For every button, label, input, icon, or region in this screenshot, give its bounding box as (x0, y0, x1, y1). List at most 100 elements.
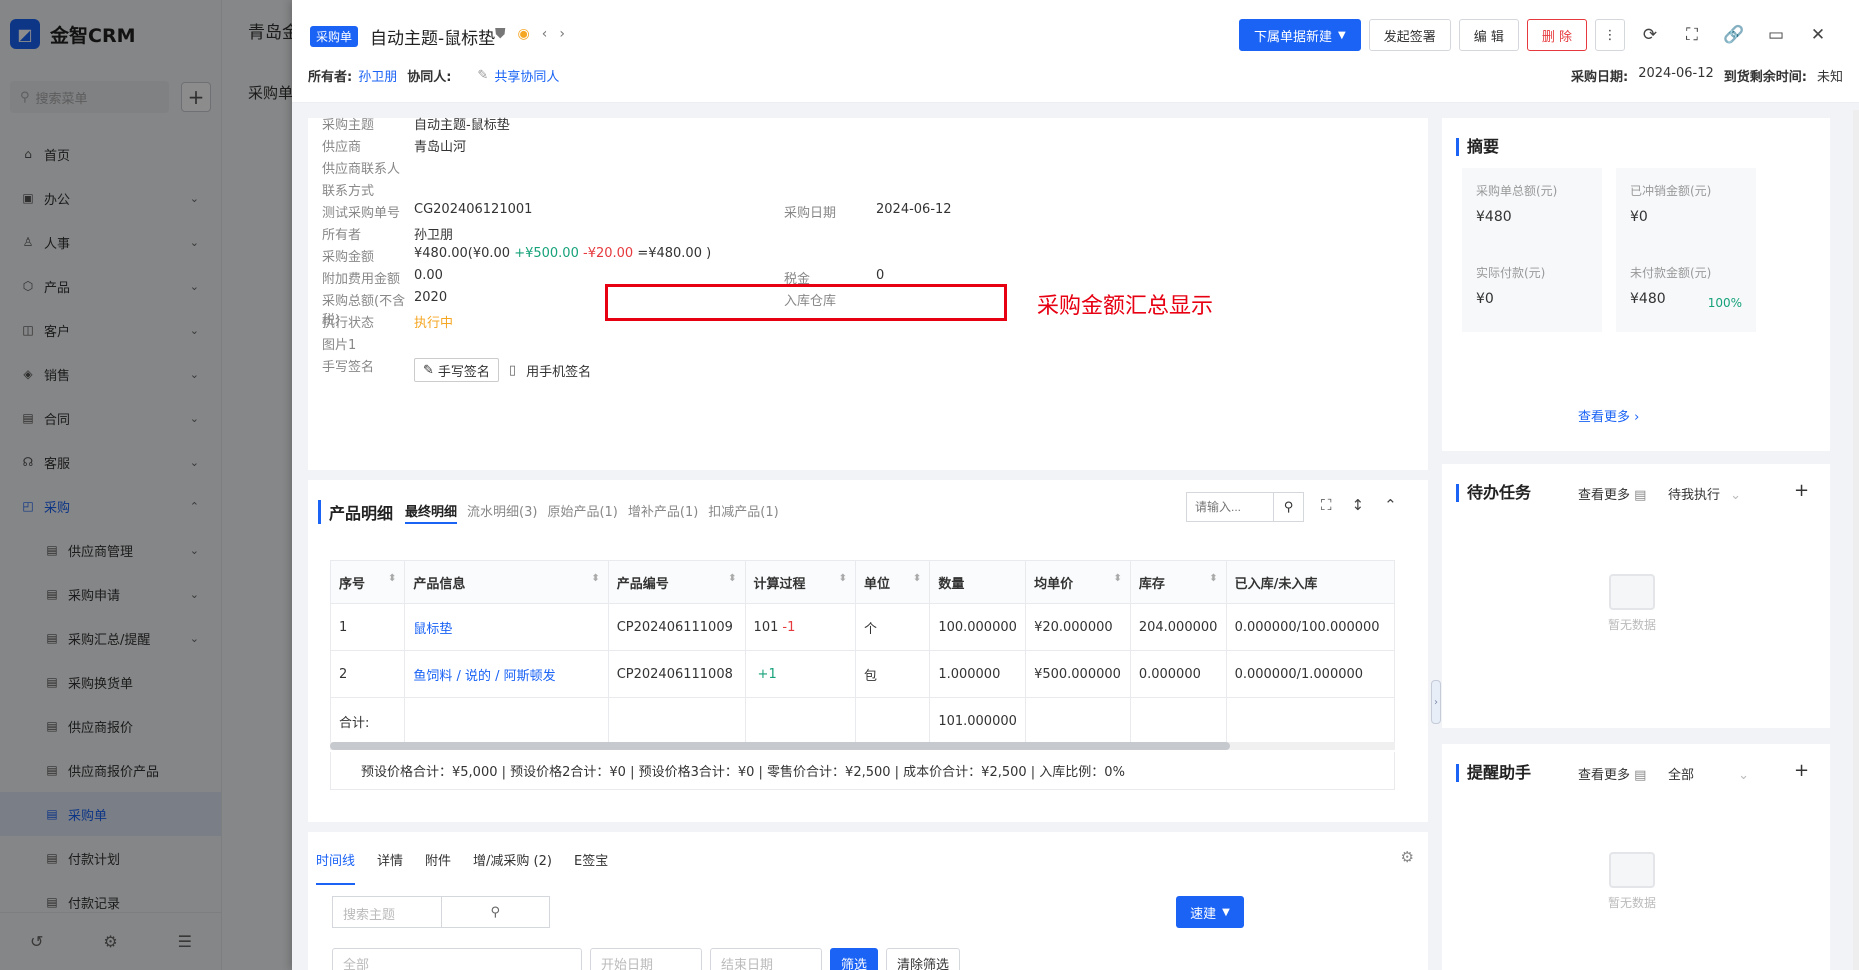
chevron-down-icon: ⌄ (1738, 768, 1750, 783)
sort-icon[interactable]: ⬍ (591, 573, 599, 584)
column-header[interactable]: 库存 ⬍ (1129, 560, 1227, 604)
mobile-sign-link[interactable]: 用手机签名 (526, 361, 591, 380)
column-header[interactable]: 均单价 ⬍ (1025, 560, 1131, 604)
activity-tab[interactable]: 详情 (377, 850, 403, 885)
refresh-icon[interactable]: ⟳ (1633, 25, 1667, 45)
share-collab-link[interactable]: 共享协同人 (494, 66, 559, 85)
sort-icon[interactable]: ⬍ (839, 573, 847, 584)
date-start-field[interactable]: 开始日期 (590, 948, 702, 970)
purchase-date-value: 2024-06-12 (1638, 66, 1714, 81)
activity-tab[interactable]: 时间线 (316, 850, 356, 885)
product-search[interactable]: ⚲ (1186, 492, 1304, 522)
product-tab[interactable]: 扣减产品(1) (708, 501, 778, 524)
column-header-label: 数量 (938, 576, 965, 592)
table-cell[interactable]: 鱼饲料 / 说的 / 阿斯顿发 (404, 650, 609, 698)
sub-doc-new-button[interactable]: 下属单据新建 ▼ (1238, 19, 1361, 51)
column-header[interactable]: 序号 ⬍ (329, 560, 406, 604)
totals-line: 预设价格合计：¥5,000 | 预设价格2合计：¥0 | 预设价格3合计：¥0 … (330, 752, 1395, 790)
reminder-more-link[interactable]: 查看更多 ▤ (1578, 764, 1646, 783)
table-scrollbar[interactable] (330, 742, 1395, 750)
column-header-label: 计算过程 (753, 576, 806, 592)
purchase-date-label: 采购日期: (1571, 70, 1629, 85)
sort-icon[interactable]: ⬍ (1209, 573, 1217, 584)
sort-icon[interactable]: ⬍ (388, 573, 396, 584)
panel-collapse-handle[interactable]: › (1431, 680, 1441, 724)
sort-icon[interactable]: ⬍ (913, 573, 921, 584)
sign-row: ✎ 手写签名 ▯ 用手机签名 (414, 358, 591, 382)
reminder-filter-select[interactable]: 全部 ⌄ (1668, 764, 1749, 783)
summary-more-link[interactable]: 查看更多 › (1578, 406, 1639, 425)
handwrite-sign-button[interactable]: ✎ 手写签名 (414, 358, 499, 382)
stat-value: ¥0 (1630, 209, 1648, 225)
column-header-label: 序号 (339, 576, 366, 592)
field-value: 2024-06-12 (876, 202, 952, 217)
product-header: 产品明细 (318, 500, 393, 524)
todo-more-link[interactable]: 查看更多 ▤ (1578, 484, 1646, 503)
clear-filter-button[interactable]: 清除筛选 (886, 948, 961, 970)
add-reminder-button[interactable]: + (1794, 760, 1809, 781)
column-header[interactable]: 单位 ⬍ (854, 560, 931, 604)
quick-create-button[interactable]: 速建 ▼ (1176, 896, 1244, 928)
sort-icon[interactable]: ⬍ (1113, 573, 1121, 584)
column-header[interactable]: 已入库/未入库 (1225, 560, 1396, 604)
link-icon[interactable]: 🔗 (1717, 25, 1751, 45)
table-cell[interactable]: 鼠标垫 (404, 603, 609, 651)
column-header[interactable]: 产品编号 ⬍ (607, 560, 746, 604)
owner-label: 所有者: (308, 70, 353, 85)
product-tab[interactable]: 最终明细 (405, 501, 458, 524)
product-tab[interactable]: 原始产品(1) (547, 501, 617, 524)
start-sign-button[interactable]: 发起签署 (1368, 19, 1451, 51)
sort-vertical-icon[interactable]: ↕ (1352, 496, 1365, 514)
close-icon[interactable]: ✕ (1801, 25, 1835, 45)
owner-link[interactable]: 孙卫朋 (358, 66, 397, 85)
more-options-icon[interactable]: ⋮ (1595, 19, 1625, 51)
next-icon[interactable]: › (559, 26, 565, 42)
todo-filter-select[interactable]: 待我执行 ⌄ (1668, 484, 1741, 503)
topic-search[interactable]: 搜索主题 ⚲ (332, 896, 550, 928)
product-tab[interactable]: 流水明细(3) (467, 501, 537, 524)
chevron-up-icon[interactable]: ⌃ (1384, 496, 1397, 514)
info-field-row: 测试采购单号 CG202406121001 (322, 202, 532, 221)
stat-label: 未付款金额(元) (1630, 266, 1712, 280)
scrollbar-thumb[interactable] (330, 742, 1230, 750)
add-todo-button[interactable]: + (1794, 480, 1809, 501)
product-search-input[interactable] (1187, 493, 1273, 521)
chevron-right-icon: › (1634, 410, 1640, 425)
search-icon[interactable]: ⚲ (440, 897, 550, 927)
type-filter-select[interactable]: 全部 (332, 948, 582, 970)
date-end-field[interactable]: 结束日期 (710, 948, 822, 970)
gear-icon[interactable]: ⚙ (1401, 848, 1414, 866)
activity-tab[interactable]: E签宝 (574, 850, 608, 885)
field-value[interactable]: 青岛山河 (414, 136, 466, 155)
expand-icon[interactable]: ⛶ (1321, 496, 1332, 514)
filter-button[interactable]: 筛选 (830, 948, 879, 970)
todo-panel: 待办任务 查看更多 ▤ 待我执行 ⌄ + 暂无数据 (1442, 464, 1830, 728)
table-cell: 2 (329, 650, 406, 698)
delete-button[interactable]: 删 除 (1526, 19, 1587, 51)
table-header-row: 序号 ⬍ 产品信息 ⬍ 产品编号 ⬍ 计算过程 ⬍ 单位 ⬍ 数量 均单价 ⬍ 库存 ⬍ 已入库/未入库 (329, 560, 1396, 604)
product-tab-list: 最终明细 流水明细(3) 原始产品(1) 增补产品(1) 扣减产品(1) (405, 501, 779, 524)
search-icon[interactable]: ⚲ (1273, 493, 1303, 521)
window-icon[interactable]: ▭ (1759, 25, 1793, 45)
activity-tab[interactable]: 增/减采购 (2) (473, 850, 552, 885)
prev-icon[interactable]: ‹ (542, 26, 548, 42)
activity-tab[interactable]: 附件 (425, 850, 451, 885)
field-label: 所有者 (322, 228, 362, 243)
amount-label: 采购金额 (322, 250, 375, 265)
fullscreen-icon[interactable]: ⛶ (1675, 25, 1709, 45)
table-cell (607, 697, 746, 745)
table-cell: 101 -1 (744, 603, 856, 651)
topic-search-input[interactable]: 搜索主题 (333, 897, 441, 927)
sort-icon[interactable]: ⬍ (728, 573, 736, 584)
stat-value: ¥0 (1476, 291, 1494, 307)
product-detail-card: 产品明细 最终明细流水明细(3)原始产品(1)增补产品(1)扣减产品(1) ⚲ … (308, 480, 1428, 822)
drawer-header: 采购单 自动主题-鼠标垫 ⛊ ◉ ‹ › 所有者: 孙卫朋 协同人: ✎ 共享协… (292, 0, 1859, 103)
column-header[interactable]: 计算过程 ⬍ (744, 560, 856, 604)
column-header[interactable]: 产品信息 ⬍ (404, 560, 609, 604)
column-header[interactable]: 数量 (929, 560, 1027, 604)
field-label: 手写签名 (322, 360, 375, 375)
table-cell (854, 697, 931, 745)
edit-button[interactable]: 编 辑 (1458, 19, 1519, 51)
product-tab[interactable]: 增补产品(1) (628, 501, 698, 524)
drawer-scrollbar[interactable] (1853, 110, 1859, 970)
